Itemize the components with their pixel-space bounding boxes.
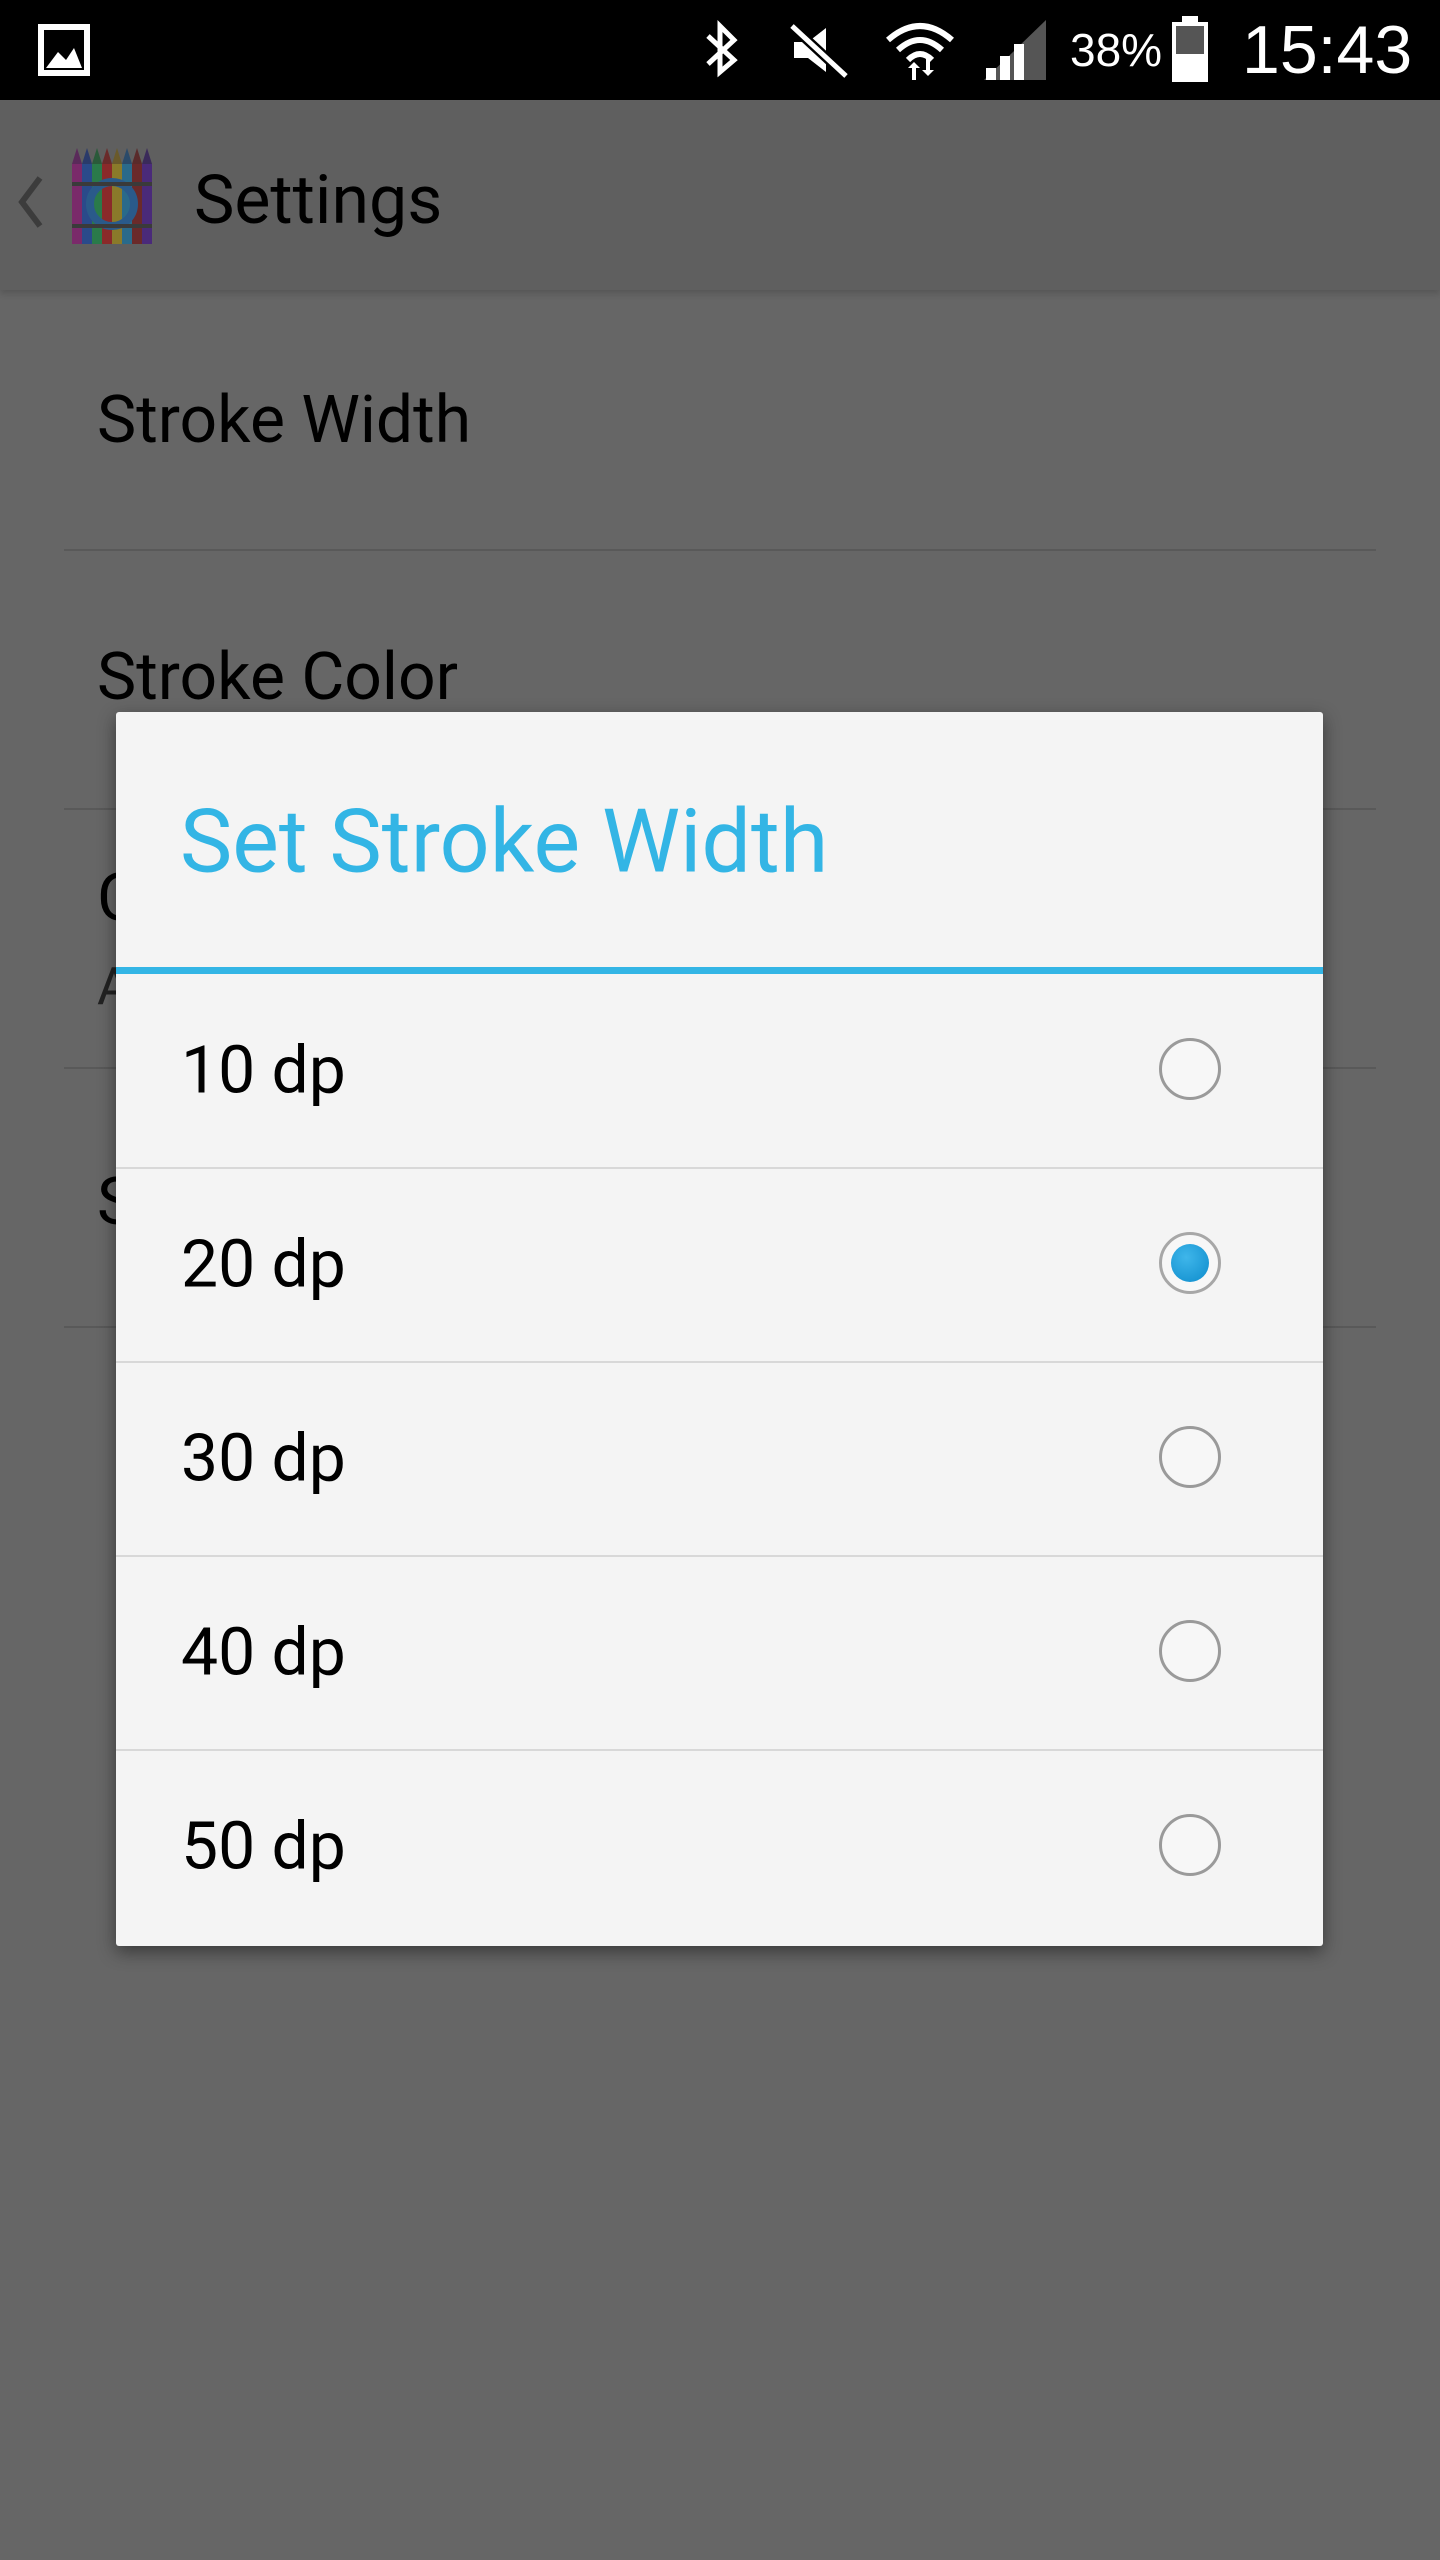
setting-label: Stroke Color [97,639,458,716]
radio-button-checked[interactable] [1159,1232,1221,1294]
battery-icon [1172,16,1208,82]
mute-icon [788,22,850,80]
radio-button[interactable] [1159,1038,1221,1100]
option-20dp[interactable]: 20 dp [116,1168,1323,1362]
option-50dp[interactable]: 50 dp [116,1750,1323,1944]
app-bar: Settings [0,100,1440,290]
setting-stroke-width[interactable]: Stroke Width [0,292,1440,550]
option-label: 40 dp [181,1614,346,1692]
back-chevron-icon[interactable] [14,172,46,232]
status-bar: 38% 15:43 [0,0,1440,100]
battery-percent: 38% [1070,24,1163,76]
option-30dp[interactable]: 30 dp [116,1362,1323,1556]
bluetooth-icon [706,19,738,78]
wifi-icon [886,23,954,80]
signal-icon [984,20,1046,80]
stroke-width-dialog: Set Stroke Width 10 dp 20 dp 30 dp 40 dp 50 … [116,712,1323,1946]
crayons-logo-icon[interactable] [68,144,156,248]
option-40dp[interactable]: 40 dp [116,1556,1323,1750]
radio-button[interactable] [1159,1620,1221,1682]
radio-dot-icon [1171,1244,1209,1282]
radio-button[interactable] [1159,1814,1221,1876]
option-label: 50 dp [181,1808,346,1886]
option-10dp[interactable]: 10 dp [116,974,1323,1168]
option-label: 20 dp [181,1226,346,1304]
clock: 15:43 [1242,12,1413,88]
title-divider [116,967,1323,974]
setting-label: Stroke Width [97,382,472,459]
page-title: Settings [194,160,443,240]
option-label: 30 dp [181,1420,346,1498]
option-label: 10 dp [181,1032,346,1110]
radio-button[interactable] [1159,1426,1221,1488]
dialog-title: Set Stroke Width [180,790,829,894]
gallery-icon [38,24,90,76]
